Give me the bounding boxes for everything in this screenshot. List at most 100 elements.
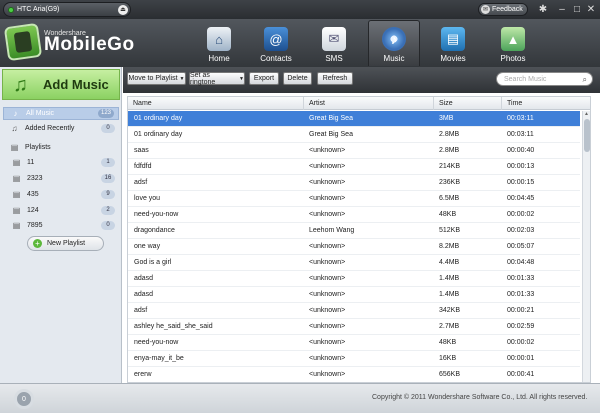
- cell-artist: <unknown>: [309, 339, 346, 346]
- cell-artist: Great Big Sea: [309, 131, 353, 138]
- refresh-button[interactable]: Refresh: [317, 72, 353, 85]
- sidebar-item-label: 2323: [27, 175, 43, 182]
- cell-name: adsf: [134, 307, 148, 314]
- movies-icon: ▤: [441, 27, 465, 51]
- nav-tab-contacts[interactable]: @ Contacts: [250, 20, 302, 66]
- nav-tab-movies[interactable]: ▤ Movies: [427, 20, 479, 66]
- column-header-time[interactable]: Time: [501, 97, 582, 110]
- cell-time: 00:00:01: [507, 355, 535, 362]
- table-row[interactable]: fdfdfd <unknown> 214KB 00:00:13: [128, 159, 580, 175]
- column-header-artist[interactable]: Artist: [303, 97, 433, 110]
- cell-artist: <unknown>: [309, 211, 346, 218]
- sidebar-item-added-recently[interactable]: ♫ Added Recently 0: [3, 122, 119, 135]
- cell-artist: <unknown>: [309, 179, 346, 186]
- table-row[interactable]: adsf <unknown> 342KB 00:00:21: [128, 303, 580, 319]
- table-row[interactable]: adsf <unknown> 236KB 00:00:15: [128, 175, 580, 191]
- table-row[interactable]: adasd <unknown> 1.4MB 00:01:33: [128, 287, 580, 303]
- nav-tab-home[interactable]: ⌂ Home: [193, 20, 245, 66]
- table-row[interactable]: God is a girl <unknown> 4.4MB 00:04:48: [128, 255, 580, 271]
- sidebar-item-all-music[interactable]: ♪ All Music 123: [3, 107, 119, 120]
- eject-icon[interactable]: ⏏: [118, 4, 128, 15]
- cell-size: 48KB: [439, 211, 457, 218]
- sidebar-item-playlist[interactable]: ▤ 2323 16: [3, 172, 119, 185]
- nav-tab-sms[interactable]: ✉ SMS: [308, 20, 360, 66]
- search-input[interactable]: Search Music ⌕: [496, 72, 593, 86]
- vertical-scrollbar[interactable]: ▲: [582, 111, 590, 382]
- cell-artist: <unknown>: [309, 195, 346, 202]
- playlist-icon: ▤: [12, 221, 21, 230]
- column-header-name[interactable]: Name: [128, 97, 303, 110]
- count-badge: 1: [101, 158, 115, 167]
- chevron-down-icon: ▼: [179, 75, 185, 82]
- close-icon[interactable]: ✕: [585, 3, 597, 16]
- table-row[interactable]: need-you-now <unknown> 48KB 00:00:02: [128, 335, 580, 351]
- table-row[interactable]: 01 ordinary day Great Big Sea 3MB 00:03:11: [128, 111, 580, 127]
- sidebar-playlists-header[interactable]: ▤ Playlists: [3, 141, 119, 154]
- cell-artist: Great Big Sea: [309, 115, 353, 122]
- count-badge: 123: [97, 109, 114, 118]
- cell-name: enya-may_it_be: [134, 355, 184, 362]
- table-row[interactable]: dragondance Leehom Wang 512KB 00:02:03: [128, 223, 580, 239]
- cell-artist: <unknown>: [309, 147, 346, 154]
- task-count-indicator[interactable]: 0: [14, 389, 34, 409]
- sms-icon: ✉: [322, 27, 346, 51]
- cell-name: need-you-now: [134, 339, 179, 346]
- nav-tab-photos[interactable]: ▲ Photos: [487, 20, 539, 66]
- cell-time: 00:03:11: [507, 131, 534, 138]
- nav-tab-music[interactable]: ♪ Music: [368, 20, 420, 66]
- playlist-folder-icon: ▤: [10, 143, 19, 152]
- new-playlist-button[interactable]: + New Playlist: [27, 236, 104, 251]
- cell-time: 00:02:03: [507, 227, 535, 234]
- music-table: Name Artist Size Time 01 ordinary day Gre…: [127, 96, 591, 383]
- add-music-icon: ♫: [13, 73, 28, 96]
- cell-size: 4.4MB: [439, 259, 460, 266]
- table-row[interactable]: ererw <unknown> 656KB 00:00:41: [128, 367, 580, 382]
- table-row[interactable]: ashley he_said_she_said <unknown> 2.7MB 00:…: [128, 319, 580, 335]
- maximize-icon[interactable]: □: [571, 3, 583, 16]
- sidebar-item-playlist[interactable]: ▤ 11 1: [3, 156, 119, 169]
- task-count: 0: [22, 395, 26, 403]
- table-row[interactable]: one way <unknown> 8.2MB 00:05:07: [128, 239, 580, 255]
- table-row[interactable]: enya-may_it_be <unknown> 16KB 00:00:01: [128, 351, 580, 367]
- cell-name: ererw: [134, 371, 152, 378]
- home-icon: ⌂: [207, 27, 231, 51]
- table-row[interactable]: saas <unknown> 2.8MB 00:00:40: [128, 143, 580, 159]
- sidebar-item-playlist[interactable]: ▤ 124 2: [3, 204, 119, 217]
- playlist-icon: ▤: [12, 190, 21, 199]
- column-header-size[interactable]: Size: [433, 97, 501, 110]
- app-logo: Wondershare MobileGo: [3, 22, 135, 62]
- cell-size: 1.4MB: [439, 275, 460, 282]
- cell-artist: <unknown>: [309, 259, 346, 266]
- table-row[interactable]: 01 ordinary day Great Big Sea 2.8MB 00:03:1…: [128, 127, 580, 143]
- add-music-label: Add Music: [43, 77, 109, 92]
- feedback-button[interactable]: ✉ Feedback: [478, 3, 528, 16]
- table-row[interactable]: need-you-now <unknown> 48KB 00:00:02: [128, 207, 580, 223]
- cell-time: 00:00:02: [507, 339, 535, 346]
- feedback-label: Feedback: [492, 6, 523, 13]
- cell-size: 342KB: [439, 307, 461, 314]
- cell-time: 00:04:45: [507, 195, 535, 202]
- title-bar: HTC Aria(G9) ⏏ ✉ Feedback ✱ – □ ✕: [0, 0, 600, 19]
- delete-button[interactable]: Delete: [283, 72, 312, 85]
- add-music-button[interactable]: ♫ Add Music: [2, 69, 120, 100]
- plus-icon: +: [33, 239, 42, 248]
- feedback-icon: ✉: [481, 5, 490, 14]
- settings-gear-icon[interactable]: ✱: [537, 3, 549, 16]
- device-selector[interactable]: HTC Aria(G9) ⏏: [3, 2, 131, 17]
- move-to-playlist-dropdown[interactable]: Move to Playlist ▼: [127, 72, 186, 85]
- sidebar-item-playlist[interactable]: ▤ 7895 0: [3, 219, 119, 232]
- cell-name: 01 ordinary day: [134, 131, 183, 138]
- table-row[interactable]: love you <unknown> 6.5MB 00:04:45: [128, 191, 580, 207]
- scroll-up-icon[interactable]: ▲: [584, 111, 589, 117]
- cell-name: need-you-now: [134, 211, 179, 218]
- set-as-ringtone-dropdown[interactable]: Set as ringtone ▼: [189, 72, 245, 86]
- sidebar-item-playlist[interactable]: ▤ 435 9: [3, 188, 119, 201]
- device-name: HTC Aria(G9): [17, 6, 60, 13]
- minimize-icon[interactable]: –: [556, 3, 568, 16]
- move-to-playlist-label: Move to Playlist: [128, 75, 178, 82]
- scrollbar-thumb[interactable]: [584, 119, 590, 152]
- refresh-label: Refresh: [322, 75, 348, 82]
- cell-size: 656KB: [439, 371, 461, 378]
- export-button[interactable]: Export: [249, 72, 279, 85]
- table-row[interactable]: adasd <unknown> 1.4MB 00:01:33: [128, 271, 580, 287]
